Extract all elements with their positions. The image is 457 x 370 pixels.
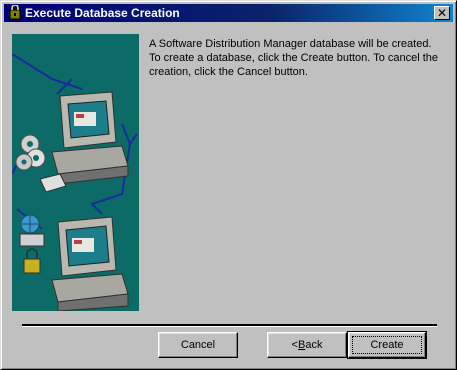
setup-icon [9, 5, 21, 20]
create-button[interactable]: Create [347, 331, 427, 359]
wizard-illustration [11, 34, 139, 312]
cancel-button[interactable]: Cancel [158, 332, 238, 358]
dialog-window: Execute Database Creation ✕ A Software D… [0, 0, 457, 370]
cancel-button-label: Cancel [180, 339, 216, 351]
message-line-2: To create a database, click the Create b… [149, 52, 439, 78]
window-title: Execute Database Creation [25, 6, 180, 20]
title-bar[interactable]: Execute Database Creation ✕ [4, 4, 453, 22]
focus-rectangle [352, 336, 422, 354]
close-icon: ✕ [436, 6, 448, 20]
back-button-label: <Back [291, 339, 323, 351]
close-button[interactable]: ✕ [434, 6, 450, 20]
message-line-1: A Software Distribution Manager database… [149, 38, 432, 50]
network-computers-graphic [11, 53, 138, 312]
message-text: A Software Distribution Manager database… [149, 37, 445, 79]
back-button[interactable]: <Back [267, 332, 347, 358]
button-separator [22, 324, 437, 327]
